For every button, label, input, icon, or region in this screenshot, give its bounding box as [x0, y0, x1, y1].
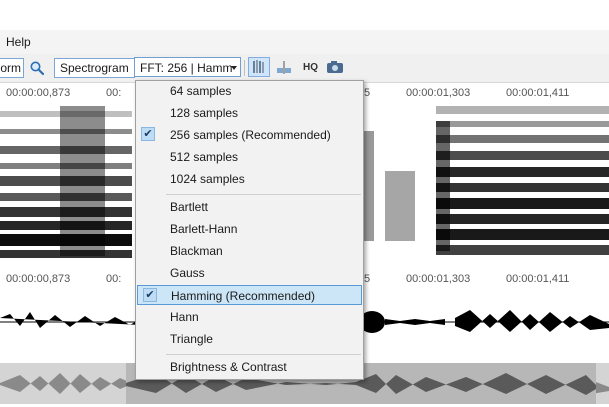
view-mode-label: orm: [0, 61, 21, 75]
timeline-label: 00:00:00,873: [6, 273, 71, 285]
timeline-label: 00:00:01,303: [406, 273, 471, 285]
menu-item-label: 128 samples: [170, 106, 239, 120]
hq-toggle[interactable]: HQ: [303, 62, 318, 73]
toolbar: orm Spectrogram FFT: 256 | Hamm HQ: [0, 54, 609, 83]
timeline-label: 5: [364, 273, 371, 285]
chevron-down-icon: [231, 66, 237, 70]
spectrum-bars-toggle[interactable]: [248, 57, 270, 77]
timeline-label: 00:: [106, 87, 122, 99]
menu-item-label: Blackman: [170, 244, 223, 258]
timeline-label: 00:00:01,303: [406, 87, 471, 99]
spectrogram-block-middle: [364, 131, 374, 241]
menu-item-label: Brightness & Contrast: [170, 360, 287, 374]
menu-item-label: 512 samples: [170, 150, 239, 164]
menu-item-label: Gauss: [170, 266, 205, 280]
timeline-label: 00:00:01,411: [506, 273, 570, 285]
menu-item-bartlett[interactable]: Bartlett: [136, 197, 363, 217]
menu-item-barlett-hann[interactable]: Barlett-Hann: [136, 219, 363, 239]
menu-item-label: Barlett-Hann: [170, 222, 238, 236]
menu-item-label: Triangle: [170, 332, 213, 346]
menu-help[interactable]: Help: [6, 35, 31, 49]
checkmark-icon: ✔: [143, 288, 157, 302]
menu-item-64-samples[interactable]: 64 samples: [136, 81, 363, 101]
menu-item-hamming[interactable]: ✔ Hamming (Recommended): [137, 285, 362, 305]
view-mode-selector[interactable]: orm: [0, 58, 24, 78]
menu-item-triangle[interactable]: Triangle: [136, 329, 363, 349]
fft-selector-dropdown[interactable]: FFT: 256 | Hamm: [134, 57, 241, 77]
window-titlebar: [0, 0, 609, 30]
menu-item-label: 1024 samples: [170, 172, 245, 186]
toolbar-separator: [244, 60, 245, 76]
fft-selector-value: FFT: 256 | Hamm: [140, 61, 233, 75]
menu-item-label: Hamming (Recommended): [171, 289, 316, 303]
split-view-icon[interactable]: [275, 59, 293, 75]
menu-item-label: Bartlett: [170, 200, 209, 214]
timeline-label: 00:: [106, 273, 122, 285]
spectrogram-button[interactable]: Spectrogram: [54, 58, 135, 78]
menu-separator: [166, 354, 361, 355]
bars-icon: [253, 60, 264, 73]
menu-item-1024-samples[interactable]: 1024 samples: [136, 169, 363, 189]
menu-item-brightness-contrast[interactable]: Brightness & Contrast: [136, 357, 363, 377]
checkmark-icon: ✔: [141, 127, 155, 141]
timeline-label: 5: [364, 87, 371, 99]
fft-settings-menu: 64 samples 128 samples ✔ 256 samples (Re…: [135, 80, 364, 380]
menu-item-128-samples[interactable]: 128 samples: [136, 103, 363, 123]
timeline-label: 00:00:00,873: [6, 87, 71, 99]
menu-bar: Help: [0, 30, 609, 54]
menu-item-gauss[interactable]: Gauss: [136, 263, 363, 283]
camera-icon[interactable]: [326, 60, 344, 74]
magnifier-icon[interactable]: [29, 60, 45, 76]
menu-item-blackman[interactable]: Blackman: [136, 241, 363, 261]
menu-item-512-samples[interactable]: 512 samples: [136, 147, 363, 167]
timeline-label: 00:00:01,411: [506, 87, 570, 99]
menu-item-label: 256 samples (Recommended): [170, 128, 331, 142]
menu-item-label: Hann: [170, 310, 199, 324]
menu-item-256-samples[interactable]: ✔ 256 samples (Recommended): [136, 125, 363, 145]
menu-item-hann[interactable]: Hann: [136, 307, 363, 327]
menu-separator: [166, 194, 361, 195]
menu-item-label: 64 samples: [170, 84, 232, 98]
